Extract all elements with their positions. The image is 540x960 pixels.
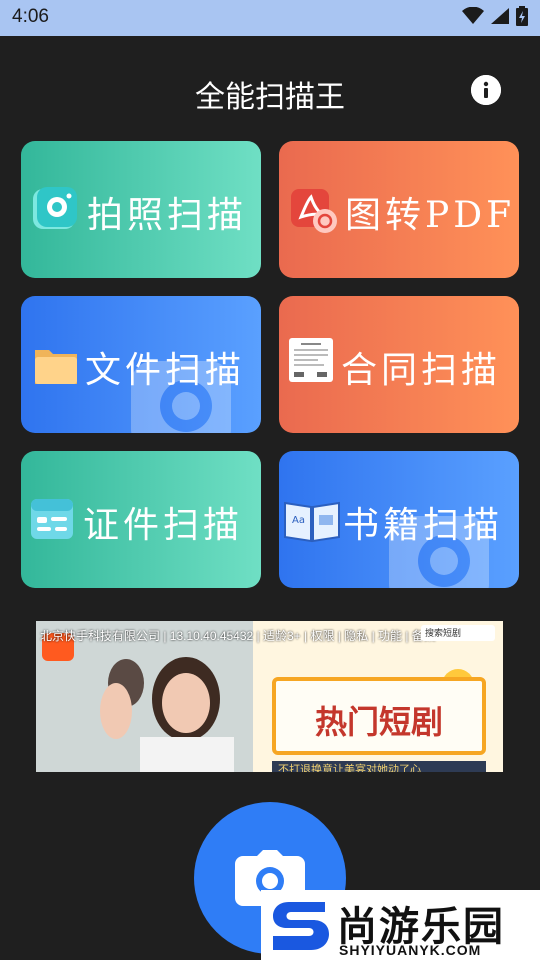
tile-file-scan[interactable]: 文件扫描 (21, 296, 261, 433)
status-time: 4:06 (12, 6, 49, 27)
info-button[interactable] (471, 75, 501, 105)
ad-strip: 不打退换意让美宴对她动了心 (272, 761, 486, 772)
tile-image-to-pdf[interactable]: 图转PDF (279, 141, 519, 278)
wifi-icon (462, 7, 484, 24)
tile-label: 拍照扫描 (87, 195, 248, 236)
pdf-icon (291, 189, 337, 233)
ad-search-box[interactable]: 搜索短剧 (421, 625, 495, 641)
info-icon (471, 75, 501, 105)
tile-label: 合同扫描 (341, 350, 502, 391)
tile-book-scan[interactable]: Aa 书籍扫描 (279, 451, 519, 588)
tile-contract-scan[interactable]: 合同扫描 (279, 296, 519, 433)
ad-headline-box: 热门短剧 (272, 677, 486, 755)
battery-icon (516, 6, 528, 26)
ad-banner[interactable]: 热门短剧 不打退换意让美宴对她动了心 北京快手科技有限公司 | 13.10.40… (36, 621, 503, 772)
tile-photo-scan[interactable]: 拍照扫描 (21, 141, 261, 278)
id-card-icon (31, 499, 73, 539)
tile-label: 证件扫描 (83, 505, 244, 546)
ad-headline: 热门短剧 (314, 703, 443, 741)
tile-label: 文件扫描 (85, 350, 246, 391)
contract-icon (289, 338, 333, 382)
watermark-url: SHYIYUANYK.COM (339, 942, 482, 958)
tile-id-scan[interactable]: 证件扫描 (21, 451, 261, 588)
site-watermark: 尚游乐园 SHYIYUANYK.COM (261, 890, 540, 960)
watermark-logo-icon (273, 902, 329, 950)
book-icon: Aa (284, 501, 340, 543)
svg-text:Aa: Aa (292, 515, 305, 526)
folder-icon (35, 350, 77, 384)
tile-label: 图转PDF (345, 195, 516, 236)
signal-icon (491, 8, 509, 24)
ad-meta-text: 北京快手科技有限公司 | 13.10.40.45432 | 适龄3+ | 权限 … (40, 629, 436, 643)
status-bar: 4:06 (0, 0, 540, 36)
tile-label: 书籍扫描 (343, 505, 504, 546)
status-icons (462, 6, 528, 26)
app-title: 全能扫描王 (195, 80, 345, 115)
camera-icon (33, 187, 77, 229)
